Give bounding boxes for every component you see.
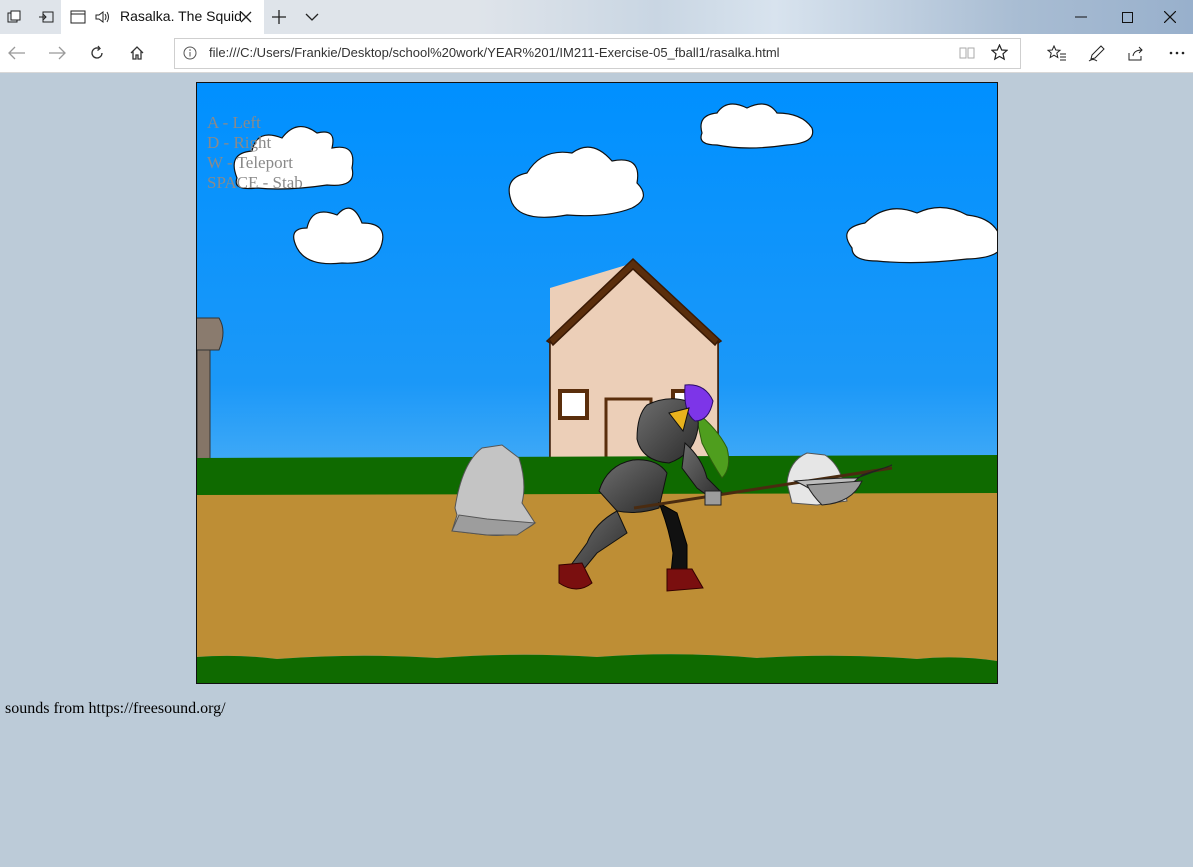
more-icon[interactable] [1166,43,1188,63]
game-canvas[interactable]: A - Left D - Right W - Teleport SPACE - … [196,82,998,684]
control-left: A - Left [207,113,261,132]
info-icon[interactable] [183,45,199,61]
close-tab-icon[interactable] [237,8,255,26]
audio-icon[interactable] [94,8,112,26]
close-window-icon[interactable] [1147,0,1193,34]
new-tab-icon[interactable] [270,8,288,26]
tab-list-icon[interactable] [303,8,321,26]
favorite-star-icon[interactable] [990,43,1009,62]
control-teleport: W - Teleport [207,153,293,172]
navigation-bar: file:///C:/Users/Frankie/Desktop/school%… [0,34,1193,73]
address-bar[interactable]: file:///C:/Users/Frankie/Desktop/school%… [174,38,1021,69]
reading-view-icon[interactable] [959,45,975,61]
favorites-icon[interactable] [1046,43,1068,63]
control-stab: SPACE - Stab [207,173,303,192]
tab-title: Rasalka. The Squid [120,8,242,24]
minimize-icon[interactable] [1058,0,1104,34]
controls-help: A - Left D - Right W - Teleport SPACE - … [207,113,303,193]
home-icon[interactable] [126,43,148,63]
page-icon [69,8,87,26]
control-right: D - Right [207,133,272,152]
tab-bar: Rasalka. The Squid [0,0,1193,34]
active-tab[interactable]: Rasalka. The Squid [61,0,264,34]
sounds-credit: sounds from https://freesound.org/ [5,700,226,717]
address-text: file:///C:/Users/Frankie/Desktop/school%… [209,45,780,60]
tab-preview-icon[interactable] [37,8,55,26]
tab-set-aside-icon[interactable] [5,8,23,26]
pen-icon[interactable] [1086,43,1108,63]
back-icon[interactable] [6,43,28,63]
refresh-icon[interactable] [86,43,108,63]
ground [197,455,997,683]
forward-icon[interactable] [46,43,68,63]
maximize-icon[interactable] [1104,0,1150,34]
game-scene [197,83,997,683]
browser-chrome: Rasalka. The Squid file:///C:/Users/Fran… [0,0,1193,73]
share-icon[interactable] [1125,43,1147,63]
